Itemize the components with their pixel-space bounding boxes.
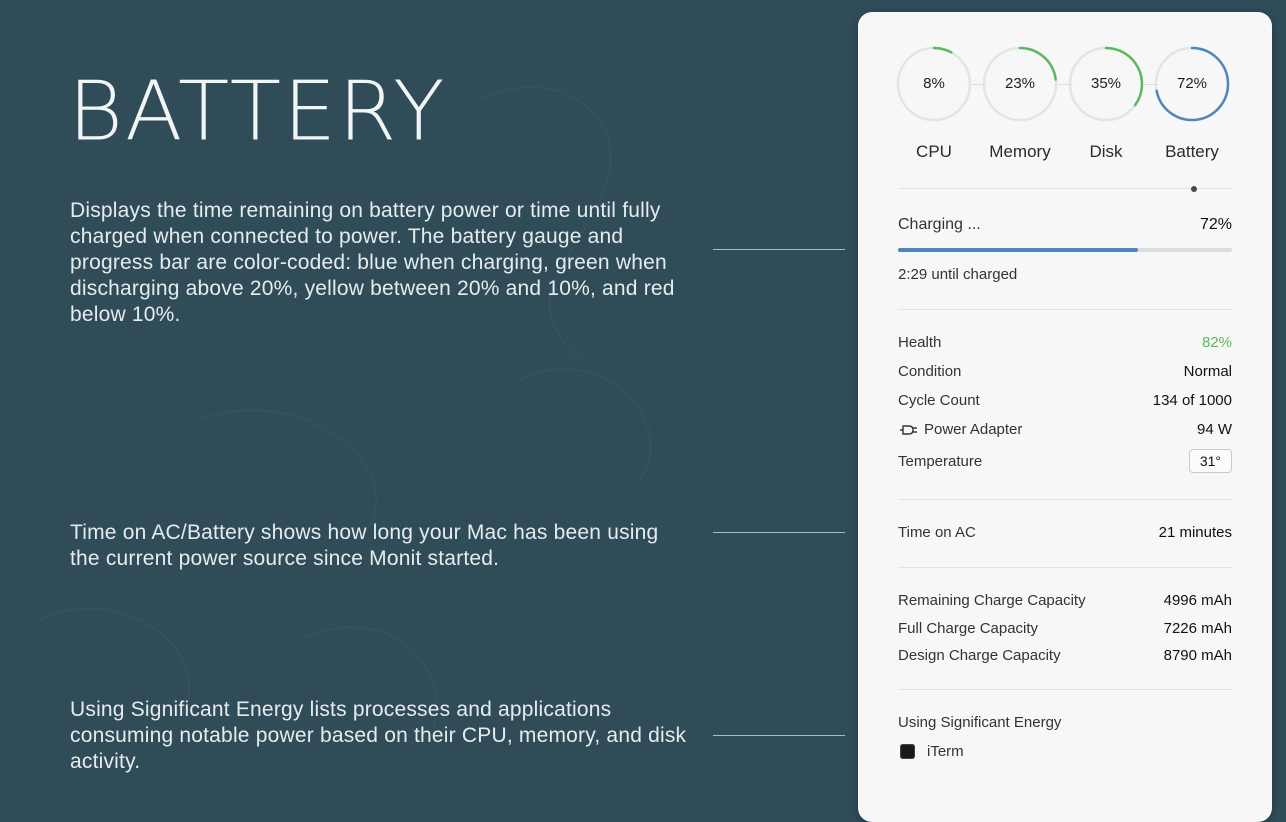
energy-description: Using Significant Energy lists processes…: [70, 698, 687, 773]
battery-panel: 8% CPU 23% Memory 35% Disk 72% Battery C…: [858, 12, 1272, 822]
divider: [898, 689, 1232, 690]
power-adapter-row: Power Adapter 94 W: [898, 421, 1232, 438]
memory-label: Memory: [989, 142, 1051, 161]
health-label: Health: [898, 334, 942, 351]
page-title: BATTERY: [68, 62, 447, 160]
battery-gauge[interactable]: 72% Battery: [1154, 46, 1234, 161]
design-capacity-row: Design Charge Capacity 8790 mAh: [898, 647, 1232, 664]
charging-percent: 72%: [1199, 216, 1232, 233]
power-adapter-label: Power Adapter: [924, 421, 1023, 438]
remaining-capacity-label: Remaining Charge Capacity: [898, 592, 1086, 609]
battery-description: Displays the time remaining on battery p…: [70, 199, 675, 326]
full-capacity-label: Full Charge Capacity: [898, 620, 1039, 637]
app-name: iTerm: [927, 743, 964, 760]
disk-gauge[interactable]: 35% Disk: [1068, 46, 1148, 161]
cpu-label: CPU: [916, 142, 952, 161]
temperature-row: Temperature 31°: [898, 449, 1232, 473]
condition-value: Normal: [1183, 363, 1232, 380]
charging-row: Charging ... 72%: [898, 216, 1232, 234]
cpu-percent: 8%: [923, 75, 945, 92]
power-adapter-value: 94 W: [1196, 421, 1232, 438]
time-on-description: Time on AC/Battery shows how long your M…: [70, 521, 659, 570]
remaining-capacity-value: 4996 mAh: [1163, 592, 1232, 609]
battery-percent: 72%: [1176, 75, 1208, 92]
list-item[interactable]: iTerm: [898, 743, 1232, 760]
power-adapter-label-group: Power Adapter: [898, 421, 1022, 438]
cycle-count-label: Cycle Count: [898, 392, 980, 409]
remaining-capacity-row: Remaining Charge Capacity 4996 mAh: [898, 592, 1232, 609]
design-capacity-label: Design Charge Capacity: [898, 647, 1061, 664]
condition-label: Condition: [898, 363, 962, 380]
connector-line: [713, 532, 845, 533]
cycle-count-value: 134 of 1000: [1152, 392, 1232, 409]
battery-label: Battery: [1165, 142, 1219, 161]
cycle-count-row: Cycle Count 134 of 1000: [898, 392, 1232, 409]
divider: [898, 567, 1232, 568]
memory-gauge[interactable]: 23% Memory: [982, 46, 1062, 161]
time-remaining: 2:29 until charged: [898, 266, 1018, 283]
connector-line: [713, 249, 845, 250]
temperature-label: Temperature: [898, 452, 983, 470]
memory-percent: 23%: [1004, 75, 1036, 92]
energy-label: Using Significant Energy: [898, 714, 1062, 731]
disk-percent: 35%: [1090, 75, 1122, 92]
full-capacity-value: 7226 mAh: [1163, 620, 1232, 637]
charge-progress-bar: [898, 248, 1232, 252]
design-capacity-value: 8790 mAh: [1163, 647, 1232, 664]
health-value: 82%: [1201, 334, 1232, 351]
divider: [898, 188, 1232, 189]
gauge-row: 8% CPU 23% Memory 35% Disk 72% Battery: [896, 46, 1236, 186]
health-row: Health 82%: [898, 334, 1232, 351]
selected-gauge-indicator: [1191, 186, 1197, 192]
iterm-icon: [900, 744, 915, 759]
temperature-button[interactable]: 31°: [1188, 449, 1232, 473]
energy-header-row: Using Significant Energy: [898, 714, 1232, 731]
divider: [898, 309, 1232, 310]
time-on-ac-value: 21 minutes: [1158, 524, 1232, 541]
time-remaining-row: 2:29 until charged: [898, 266, 1232, 283]
disk-label: Disk: [1089, 142, 1123, 161]
charging-status: Charging ...: [898, 216, 981, 233]
condition-row: Condition Normal: [898, 363, 1232, 380]
divider: [898, 499, 1232, 500]
cpu-gauge[interactable]: 8% CPU: [896, 46, 976, 161]
charge-progress-fill: [898, 248, 1139, 252]
plug-icon: [900, 425, 917, 435]
connector-line: [713, 735, 845, 736]
full-capacity-row: Full Charge Capacity 7226 mAh: [898, 620, 1232, 637]
time-on-ac-label: Time on AC: [898, 524, 976, 541]
time-on-ac-row: Time on AC 21 minutes: [898, 524, 1232, 541]
